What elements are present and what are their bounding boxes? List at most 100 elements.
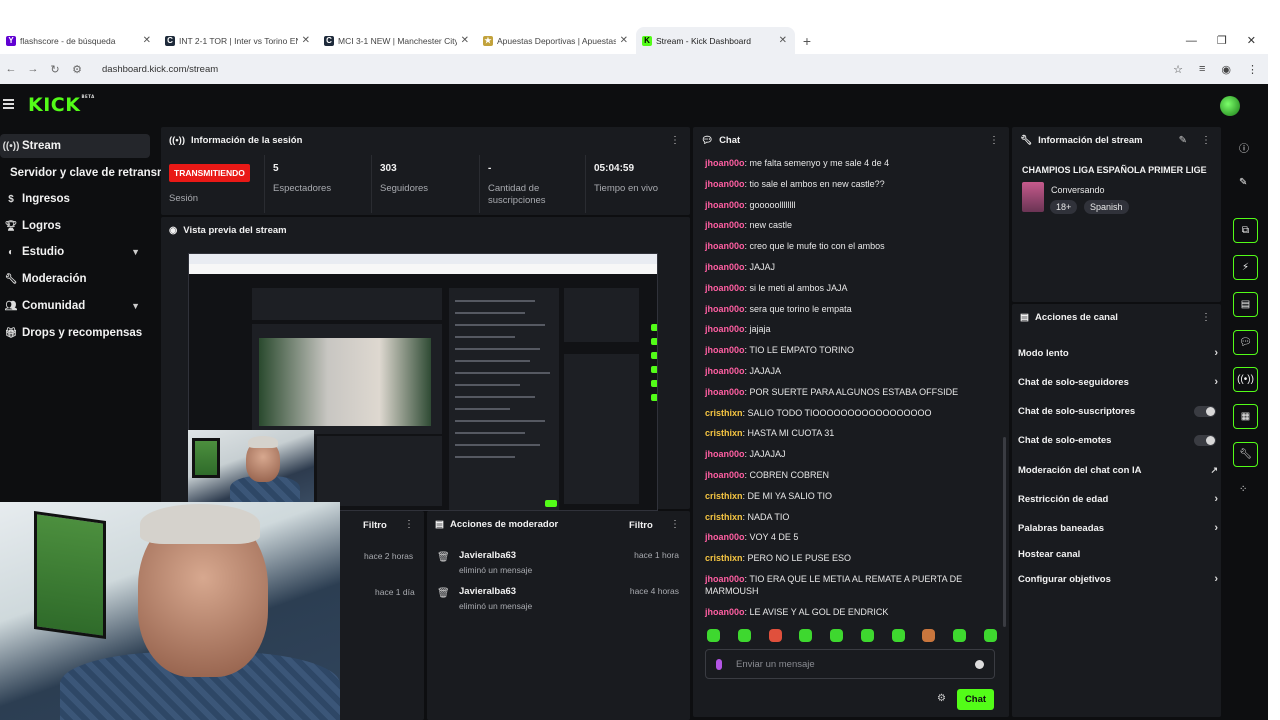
site-info-icon[interactable]: ⚙	[66, 63, 88, 76]
rail-document-icon[interactable]: ▤	[1233, 292, 1258, 317]
channel-action-banned-words[interactable]: Palabras baneadas ›	[1018, 518, 1218, 538]
more-options-icon[interactable]: ⋮	[404, 519, 414, 530]
chat-username[interactable]: cristhixn	[705, 512, 743, 522]
minimize-icon[interactable]: —	[1186, 35, 1197, 47]
emote-icon[interactable]	[922, 629, 936, 642]
chat-send-button[interactable]: Chat	[957, 689, 994, 710]
user-avatar[interactable]	[1220, 96, 1240, 116]
more-options-icon[interactable]: ⋮	[670, 519, 680, 530]
emote-icon[interactable]	[983, 629, 997, 642]
chat-username[interactable]: jhoan00o	[705, 158, 745, 168]
channel-action-goals[interactable]: Configurar objetivos ›	[1018, 569, 1218, 589]
emote-icon[interactable]	[860, 629, 874, 642]
profile-icon[interactable]: ◉	[1221, 63, 1231, 76]
browser-tab[interactable]: C INT 2-1 TOR | Inter vs Torino EN ✕	[159, 27, 318, 54]
chat-username[interactable]: jhoan00o	[705, 241, 745, 251]
browser-tab-active[interactable]: K Stream - Kick Dashboard ✕	[636, 27, 795, 54]
close-icon[interactable]: ✕	[620, 35, 628, 46]
sidebar-item-logros[interactable]: 🏆︎ Logros	[0, 214, 61, 238]
browser-tab[interactable]: Y flashscore - de búsqueda ✕	[0, 27, 159, 54]
emote-icon[interactable]	[953, 629, 967, 642]
url-field[interactable]: dashboard.kick.com/stream	[102, 64, 1173, 75]
info-icon[interactable]: ⓘ	[1239, 140, 1249, 155]
close-icon[interactable]: ✕	[302, 35, 310, 46]
chat-username[interactable]: jhoan00o	[705, 574, 745, 584]
chat-username[interactable]: cristhixn	[705, 553, 743, 563]
filter-button[interactable]: Filtro	[629, 520, 653, 531]
close-icon[interactable]: ✕	[779, 35, 787, 46]
kick-logo[interactable]: KICKBETA	[28, 94, 95, 116]
browser-tab[interactable]: C MCI 3-1 NEW | Manchester City ✕	[318, 27, 477, 54]
rail-camera-icon[interactable]: ⧉	[1233, 218, 1258, 243]
forward-icon[interactable]: →	[22, 63, 44, 75]
subs-only-toggle[interactable]	[1194, 405, 1216, 417]
stream-category[interactable]: Conversando	[1051, 185, 1105, 195]
chat-username[interactable]: jhoan00o	[705, 179, 745, 189]
chat-username[interactable]: jhoan00o	[705, 304, 745, 314]
emote-icon[interactable]	[768, 629, 782, 642]
browser-tab[interactable]: ★ Apuestas Deportivas | Apuestas ✕	[477, 27, 636, 54]
emoji-icon[interactable]	[975, 659, 984, 669]
emote-icon[interactable]	[737, 629, 751, 642]
reload-icon[interactable]: ↻	[44, 63, 66, 76]
chat-username[interactable]: jhoan00o	[705, 283, 745, 293]
channel-action-host[interactable]: Hostear canal	[1018, 544, 1218, 564]
chat-username[interactable]: jhoan00o	[705, 262, 745, 272]
sidebar-item-moderacion[interactable]: 🔧︎ Moderación	[0, 267, 87, 291]
chat-username[interactable]: cristhixn	[705, 408, 743, 418]
edit-pencil-icon[interactable]: ✎	[1179, 135, 1187, 146]
chat-username[interactable]: jhoan00o	[705, 387, 745, 397]
hamburger-menu-icon[interactable]	[3, 99, 14, 109]
pencil-icon[interactable]: ✎	[1239, 177, 1247, 188]
chat-username[interactable]: jhoan00o	[705, 200, 745, 210]
chat-username[interactable]: jhoan00o	[705, 607, 745, 617]
filter-button[interactable]: Filtro	[363, 520, 387, 531]
maximize-icon[interactable]: ❐	[1217, 34, 1227, 47]
sidebar-item-drops[interactable]: 🎁︎ Drops y recompensas	[0, 321, 143, 345]
channel-action-slow-mode[interactable]: Modo lento ›	[1018, 343, 1218, 363]
back-icon[interactable]: ←	[0, 63, 22, 75]
chat-username[interactable]: jhoan00o	[705, 220, 745, 230]
sidebar-item-estudio[interactable]: ◐ Estudio ▼	[0, 240, 150, 264]
close-icon[interactable]: ✕	[461, 35, 469, 46]
microphone-icon[interactable]	[716, 658, 722, 670]
bookmark-star-icon[interactable]: ☆	[1173, 63, 1183, 76]
rail-wrench-icon[interactable]: 🔧︎	[1233, 442, 1258, 467]
rail-layout-icon[interactable]: ▦	[1233, 404, 1258, 429]
sidebar-item-comunidad[interactable]: 👥︎ Comunidad ▼	[0, 294, 150, 318]
close-window-icon[interactable]: ✕	[1247, 34, 1256, 47]
more-options-icon[interactable]: ⋮	[1201, 312, 1211, 323]
more-options-icon[interactable]: ⋮	[989, 135, 999, 146]
chat-username[interactable]: jhoan00o	[705, 449, 745, 459]
emotes-only-toggle[interactable]	[1194, 434, 1216, 446]
menu-icon[interactable]: ⋮	[1247, 63, 1258, 76]
sidebar-item-stream[interactable]: ((•)) Stream	[0, 134, 150, 158]
sidebar-item-ingresos[interactable]: $ Ingresos	[0, 187, 70, 211]
gear-icon[interactable]: ⚙	[937, 693, 946, 704]
rail-apps-icon[interactable]: ⁘	[1239, 484, 1247, 495]
channel-action-followers-only[interactable]: Chat de solo-seguidores ›	[1018, 372, 1218, 392]
close-icon[interactable]: ✕	[143, 35, 151, 46]
rail-lightning-icon[interactable]: ⚡︎	[1233, 255, 1258, 280]
chat-username[interactable]: jhoan00o	[705, 366, 745, 376]
emote-icon[interactable]	[891, 629, 905, 642]
chat-username[interactable]: cristhixn	[705, 428, 743, 438]
chat-username[interactable]: jhoan00o	[705, 470, 745, 480]
chat-username[interactable]: cristhixn	[705, 491, 743, 501]
new-tab-button[interactable]: +	[795, 33, 819, 49]
channel-action-ai-moderation[interactable]: Moderación del chat con IA ↗	[1018, 460, 1218, 480]
rail-broadcast-icon[interactable]: ((•))	[1233, 367, 1258, 392]
emote-icon[interactable]	[799, 629, 813, 642]
chat-username[interactable]: jhoan00o	[705, 532, 745, 542]
more-options-icon[interactable]: ⋮	[1201, 135, 1211, 146]
channel-action-age-restriction[interactable]: Restricción de edad ›	[1018, 489, 1218, 509]
emote-icon[interactable]	[830, 629, 844, 642]
reading-list-icon[interactable]: ≡	[1199, 63, 1205, 76]
more-options-icon[interactable]: ⋮	[670, 135, 680, 146]
emote-icon[interactable]	[707, 629, 720, 642]
chat-username[interactable]: jhoan00o	[705, 324, 745, 334]
chat-scrollbar[interactable]	[1003, 437, 1006, 627]
chat-input[interactable]: Enviar un mensaje	[705, 649, 995, 679]
chat-username[interactable]: jhoan00o	[705, 345, 745, 355]
rail-chat-icon[interactable]: 💬︎	[1233, 330, 1258, 355]
